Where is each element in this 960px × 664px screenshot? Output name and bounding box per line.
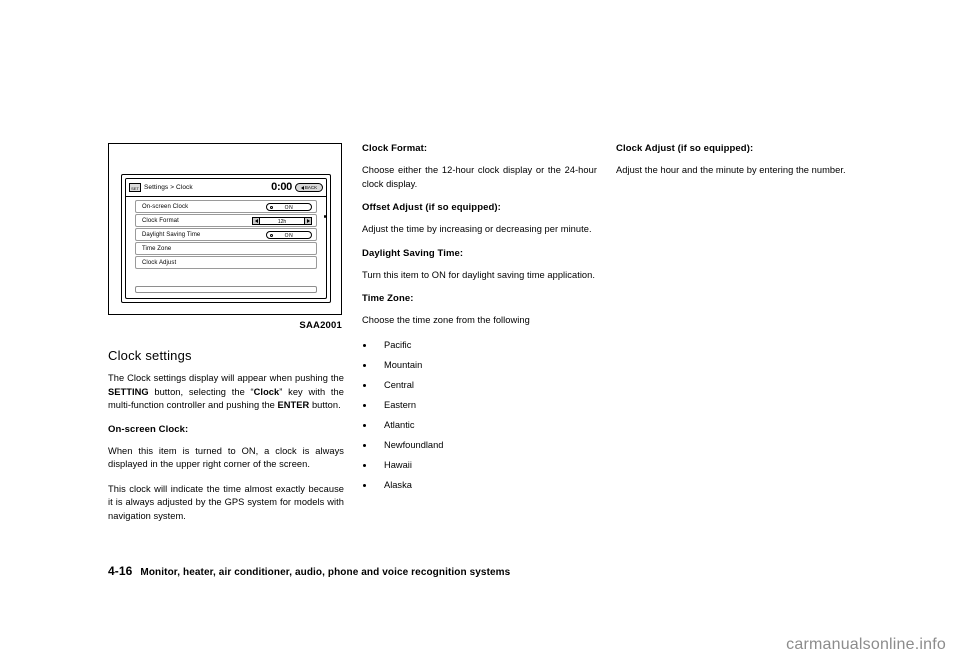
toggle-indicator-icon (270, 205, 273, 209)
heading-on-screen-clock: On-screen Clock: (108, 423, 189, 435)
heading-time-zone: Time Zone: (362, 293, 414, 304)
list-item: Alaska (362, 479, 597, 492)
list-item-label: On-screen Clock (142, 203, 189, 210)
list-item: Central (362, 379, 597, 392)
footer-text: Monitor, heater, air conditioner, audio,… (140, 567, 511, 578)
paragraph-clock-format: Choose either the 12-hour clock display … (362, 165, 597, 189)
intro-paragraph: The Clock settings display will appear w… (108, 373, 344, 410)
settings-icon: SET (129, 183, 141, 192)
toggle-value: ON (284, 232, 294, 239)
watermark: carmanualsonline.info (786, 636, 946, 653)
figure-illustration: SET Settings > Clock 0:00 BACK On-screen… (108, 143, 342, 315)
paragraph-daylight-saving-time: Turn this item to ON for daylight saving… (362, 269, 596, 280)
screen-content: SET Settings > Clock 0:00 BACK On-screen… (125, 178, 327, 299)
page-number: 4-16 (108, 564, 133, 578)
paragraph-clock-adjust: Adjust the hour and the minute by enteri… (616, 165, 846, 175)
right-column: Clock Adjust (if so equipped): Adjust th… (616, 143, 852, 189)
callout-dot (323, 215, 326, 218)
settings-list: On-screen Clock ON Clock Format 12h Dayl… (126, 197, 326, 269)
stepper-right-arrow-icon[interactable] (304, 216, 312, 225)
screen-title-bar: SET Settings > Clock 0:00 BACK (126, 179, 326, 197)
list-item-time-zone[interactable]: Time Zone (135, 242, 317, 255)
middle-column: Clock Format: Choose either the 12-hour … (362, 143, 597, 499)
list-item: Newfoundland (362, 439, 597, 452)
heading-clock-adjust: Clock Adjust (if so equipped): (616, 143, 754, 154)
left-column: SET Settings > Clock 0:00 BACK On-screen… (108, 143, 344, 534)
list-item-daylight-saving-time[interactable]: Daylight Saving Time ON (135, 228, 317, 241)
figure-id: SAA2001 (299, 320, 342, 331)
head-unit-screen: SET Settings > Clock 0:00 BACK On-screen… (121, 174, 331, 303)
paragraph-on-screen-clock-2: This clock will indicate the time almost… (108, 483, 344, 521)
document-page: SET Settings > Clock 0:00 BACK On-screen… (0, 0, 960, 664)
screen-clock: 0:00 (271, 181, 292, 193)
screen-bottom-bar (135, 286, 317, 293)
list-item: Atlantic (362, 419, 597, 432)
paragraph-offset-adjust: Adjust the time by increasing or decreas… (362, 224, 592, 234)
list-item-label: Time Zone (142, 245, 172, 252)
heading-clock-format: Clock Format: (362, 143, 428, 154)
time-zone-list: Pacific Mountain Central Eastern Atlanti… (362, 339, 597, 492)
page-title: Clock settings (108, 348, 192, 363)
list-item-label: Clock Adjust (142, 259, 177, 266)
list-item-label: Daylight Saving Time (142, 231, 201, 238)
list-item-label: Clock Format (142, 217, 179, 224)
stepper-value: 12h (260, 216, 304, 225)
daylight-saving-toggle[interactable]: ON (266, 230, 312, 239)
list-item: Mountain (362, 359, 597, 372)
list-item-clock-adjust[interactable]: Clock Adjust (135, 256, 317, 269)
list-item-on-screen-clock[interactable]: On-screen Clock ON (135, 200, 317, 213)
page-footer: 4-16 Monitor, heater, air conditioner, au… (108, 564, 510, 578)
clock-format-stepper[interactable]: 12h (252, 216, 312, 225)
list-item: Eastern (362, 399, 597, 412)
list-item-clock-format[interactable]: Clock Format 12h (135, 214, 317, 227)
paragraph-on-screen-clock-1: When this item is turned to ON, a clock … (108, 445, 344, 470)
list-item: Hawaii (362, 459, 597, 472)
toggle-indicator-icon (270, 233, 273, 237)
heading-offset-adjust: Offset Adjust (if so equipped): (362, 202, 501, 213)
on-screen-clock-toggle[interactable]: ON (266, 202, 312, 211)
back-button[interactable]: BACK (295, 183, 323, 192)
list-item: Pacific (362, 339, 597, 352)
screen-breadcrumb: Settings > Clock (144, 184, 193, 191)
toggle-value: ON (284, 204, 294, 211)
heading-daylight-saving-time: Daylight Saving Time: (362, 247, 464, 259)
back-arrow-icon (300, 185, 304, 190)
back-button-label: BACK (304, 185, 318, 190)
stepper-left-arrow-icon[interactable] (252, 216, 260, 225)
paragraph-time-zone: Choose the time zone from the following (362, 315, 530, 325)
